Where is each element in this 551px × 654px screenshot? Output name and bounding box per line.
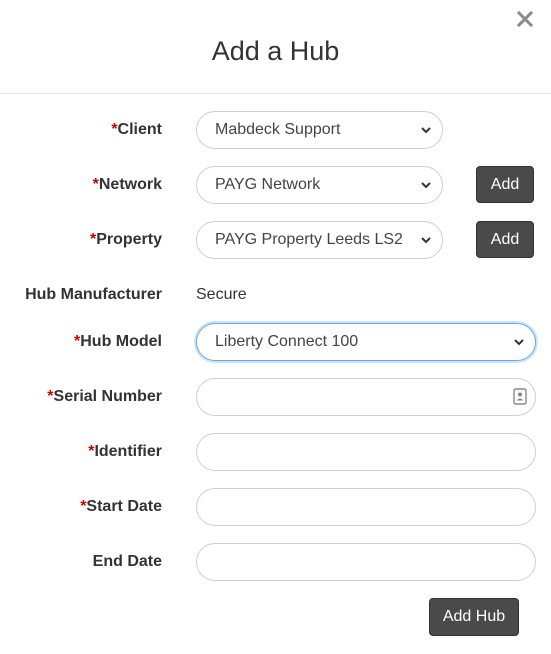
chevron-down-icon <box>514 339 524 346</box>
property-label: *Property <box>89 231 162 248</box>
hub-model-row: *Hub Model Liberty Connect 100 <box>0 322 551 362</box>
chevron-down-icon <box>421 237 431 244</box>
identifier-label: *Identifier <box>88 443 162 460</box>
add-hub-button[interactable]: Add Hub <box>429 598 519 636</box>
start-date-row: *Start Date <box>0 487 551 527</box>
hub-manufacturer-row: Hub Manufacturer Secure <box>0 275 551 315</box>
close-button[interactable] <box>515 8 535 30</box>
modal-header: Add a Hub <box>0 0 551 94</box>
start-date-input[interactable] <box>196 488 536 526</box>
end-date-label: End Date <box>92 553 162 570</box>
add-hub-modal: Add a Hub *Client Mabdeck Support *Netwo… <box>0 0 551 654</box>
network-select[interactable]: PAYG Network <box>196 166 443 204</box>
identifier-row: *Identifier <box>0 432 551 472</box>
network-label: *Network <box>92 176 162 193</box>
property-select-value: PAYG Property Leeds LS2 <box>215 231 403 248</box>
serial-number-input[interactable] <box>196 378 536 416</box>
chevron-down-icon <box>421 127 431 134</box>
client-select-value: Mabdeck Support <box>215 121 341 138</box>
end-date-input[interactable] <box>196 543 536 581</box>
property-select[interactable]: PAYG Property Leeds LS2 <box>196 221 443 259</box>
client-label: *Client <box>111 121 162 138</box>
add-network-button[interactable]: Add <box>476 166 534 203</box>
client-select[interactable]: Mabdeck Support <box>196 111 443 149</box>
client-row: *Client Mabdeck Support <box>0 110 551 150</box>
modal-title: Add a Hub <box>211 36 340 66</box>
hub-model-select[interactable]: Liberty Connect 100 <box>196 323 536 361</box>
chevron-down-icon <box>421 182 431 189</box>
identifier-input[interactable] <box>196 433 536 471</box>
property-row: *Property PAYG Property Leeds LS2 Add <box>0 220 551 260</box>
end-date-row: End Date <box>0 542 551 582</box>
serial-number-row: *Serial Number <box>0 377 551 417</box>
hub-model-select-value: Liberty Connect 100 <box>215 333 359 350</box>
hub-model-label: *Hub Model <box>74 333 162 350</box>
hub-manufacturer-label: Hub Manufacturer <box>25 286 162 303</box>
network-row: *Network PAYG Network Add <box>0 165 551 205</box>
close-icon <box>517 11 533 27</box>
contact-card-icon[interactable] <box>513 388 527 405</box>
hub-manufacturer-value: Secure <box>196 286 247 303</box>
network-select-value: PAYG Network <box>215 176 321 193</box>
add-property-button[interactable]: Add <box>476 221 534 258</box>
serial-number-label: *Serial Number <box>47 388 162 405</box>
start-date-label: *Start Date <box>80 498 162 515</box>
